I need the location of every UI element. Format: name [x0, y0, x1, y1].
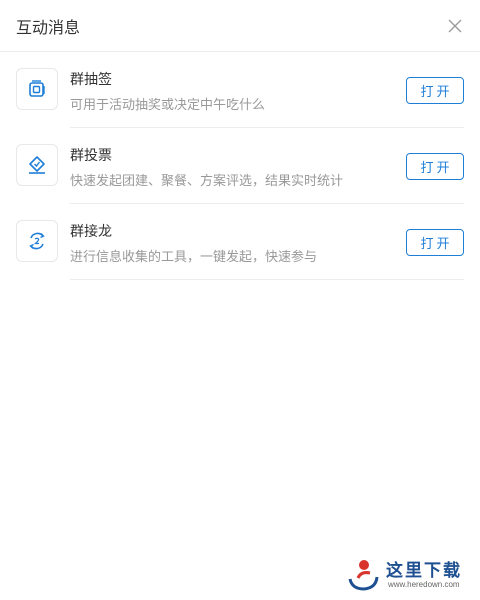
open-lottery-button[interactable]: 打开 — [406, 77, 464, 104]
item-title: 群抽签 — [70, 72, 112, 88]
item-text: 群投票 快速发起团建、聚餐、方案评选，结果实时统计 打开 — [70, 128, 464, 204]
watermark-text: 这里下载 — [386, 561, 462, 581]
list-item-relay: 群接龙 进行信息收集的工具，一键发起，快速参与 打开 — [16, 204, 480, 280]
open-vote-button[interactable]: 打开 — [406, 153, 464, 180]
list-item-lottery: 群抽签 可用于活动抽奖或决定中午吃什么 打开 — [16, 52, 480, 128]
relay-chain-icon — [16, 220, 58, 262]
item-description: 可用于活动抽奖或决定中午吃什么 — [70, 98, 266, 113]
watermark-logo: 这里下载 www.heredown.com — [344, 554, 474, 596]
item-text: 群接龙 进行信息收集的工具，一键发起，快速参与 打开 — [70, 204, 464, 280]
interactive-messages-panel: 互动消息 群抽签 可用于活动抽奖或决定中午吃什么 打开 群投票 快速发起团建、聚… — [0, 0, 480, 600]
close-icon[interactable] — [446, 17, 464, 35]
item-description: 进行信息收集的工具，一键发起，快速参与 — [70, 250, 318, 265]
item-description: 快速发起团建、聚餐、方案评选，结果实时统计 — [70, 174, 344, 189]
list-item-vote: 群投票 快速发起团建、聚餐、方案评选，结果实时统计 打开 — [16, 128, 480, 204]
watermark-swirl-icon — [348, 560, 379, 591]
open-relay-button[interactable]: 打开 — [406, 229, 464, 256]
app-list: 群抽签 可用于活动抽奖或决定中午吃什么 打开 群投票 快速发起团建、聚餐、方案评… — [0, 52, 480, 280]
item-text: 群抽签 可用于活动抽奖或决定中午吃什么 打开 — [70, 52, 464, 128]
watermark-url: www.heredown.com — [388, 580, 460, 589]
vote-ballot-icon — [16, 144, 58, 186]
item-title: 群投票 — [70, 148, 112, 164]
lottery-card-icon — [16, 68, 58, 110]
item-title: 群接龙 — [70, 224, 112, 240]
panel-header: 互动消息 — [0, 0, 480, 52]
panel-title: 互动消息 — [16, 17, 81, 37]
